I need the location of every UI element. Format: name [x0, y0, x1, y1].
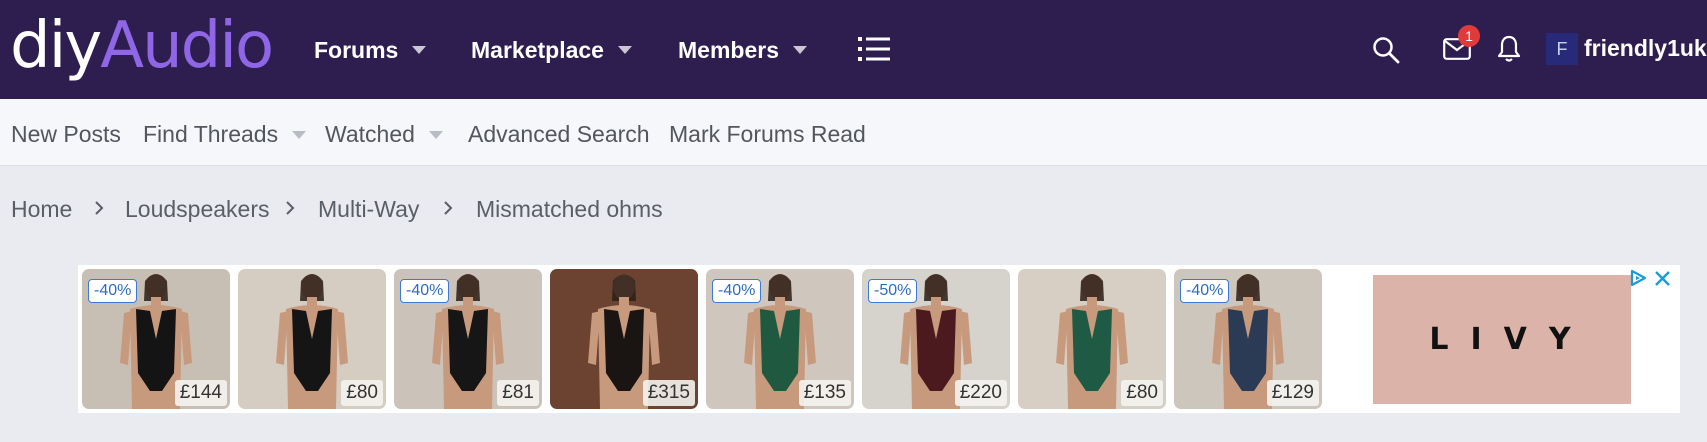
price-label: £129: [1266, 380, 1319, 406]
price-label: £80: [341, 380, 383, 406]
ad-product-tile[interactable]: £80: [1018, 269, 1166, 409]
logo-text-diy: diy: [10, 9, 102, 83]
find-threads-menu[interactable]: Find Threads: [143, 121, 307, 148]
chevron-right-icon: [286, 201, 295, 215]
advanced-search-label: Advanced Search: [468, 121, 650, 147]
find-threads-label: Find Threads: [143, 121, 279, 147]
discount-badge: -40%: [400, 279, 450, 303]
chevron-right-icon: [95, 201, 104, 215]
watched-menu[interactable]: Watched: [325, 121, 443, 148]
caret-down-icon: [292, 130, 307, 139]
breadcrumb-loudspeakers[interactable]: Loudspeakers: [125, 196, 270, 223]
price-label: £315: [642, 380, 695, 406]
ad-product-tile[interactable]: -40% £81: [394, 269, 542, 409]
mark-forums-read-label: Mark Forums Read: [669, 121, 866, 147]
username-link[interactable]: friendly1uk: [1584, 35, 1707, 62]
ad-product-tile[interactable]: -40% £144: [82, 269, 230, 409]
breadcrumb-multi-way[interactable]: Multi-Way: [318, 196, 419, 223]
nav-members-label: Members: [678, 36, 779, 63]
avatar[interactable]: F: [1546, 33, 1578, 65]
inbox-badge: 1: [1458, 25, 1480, 47]
price-label: £135: [798, 380, 851, 406]
watched-label: Watched: [325, 121, 415, 147]
discount-badge: -50%: [868, 279, 918, 303]
ad-product-tile[interactable]: -50% £220: [862, 269, 1010, 409]
top-navigation-bar: diyAudio Forums Marketplace Members 1 F …: [0, 0, 1707, 99]
caret-down-icon: [412, 46, 427, 54]
caret-down-icon: [617, 46, 632, 54]
chevron-right-icon: [444, 201, 453, 215]
breadcrumb-home[interactable]: Home: [11, 196, 72, 223]
price-label: £220: [954, 380, 1007, 406]
secondary-navigation: New Posts Find Threads Watched Advanced …: [0, 99, 1707, 166]
new-posts-link[interactable]: New Posts: [11, 121, 121, 148]
caret-down-icon: [792, 46, 807, 54]
nav-forums[interactable]: Forums: [314, 34, 427, 66]
price-label: £80: [1121, 380, 1163, 406]
bell-icon[interactable]: [1497, 35, 1521, 63]
nav-marketplace-label: Marketplace: [471, 36, 604, 63]
ad-brand-logo[interactable]: LIVY: [1373, 275, 1631, 404]
ad-product-tile[interactable]: £80: [238, 269, 386, 409]
ad-product-tile[interactable]: -40% £129: [1174, 269, 1322, 409]
close-icon[interactable]: [1654, 270, 1671, 287]
logo-text-audio: Audio: [100, 9, 274, 83]
discount-badge: -40%: [712, 279, 762, 303]
list-menu-icon[interactable]: [858, 36, 890, 62]
discount-badge: -40%: [1180, 279, 1230, 303]
site-logo[interactable]: diyAudio: [10, 6, 274, 86]
ad-product-tile[interactable]: £315: [550, 269, 698, 409]
advertisement-banner[interactable]: -40% £144 £80 -40% £81 £315 -40% £135 -50% £220 £8…: [78, 265, 1680, 413]
nav-members[interactable]: Members: [678, 34, 807, 66]
advanced-search-link[interactable]: Advanced Search: [468, 121, 650, 148]
nav-marketplace[interactable]: Marketplace: [471, 34, 632, 66]
nav-forums-label: Forums: [314, 36, 399, 63]
search-icon[interactable]: [1372, 36, 1400, 64]
mark-forums-read-link[interactable]: Mark Forums Read: [669, 121, 866, 148]
breadcrumb-current-thread: Mismatched ohms: [476, 196, 663, 222]
new-posts-label: New Posts: [11, 121, 121, 147]
price-label: £81: [497, 380, 539, 406]
discount-badge: -40%: [88, 279, 138, 303]
caret-down-icon: [428, 130, 443, 139]
adchoices-icon[interactable]: [1628, 268, 1648, 288]
price-label: £144: [174, 380, 227, 406]
ad-product-tile[interactable]: -40% £135: [706, 269, 854, 409]
